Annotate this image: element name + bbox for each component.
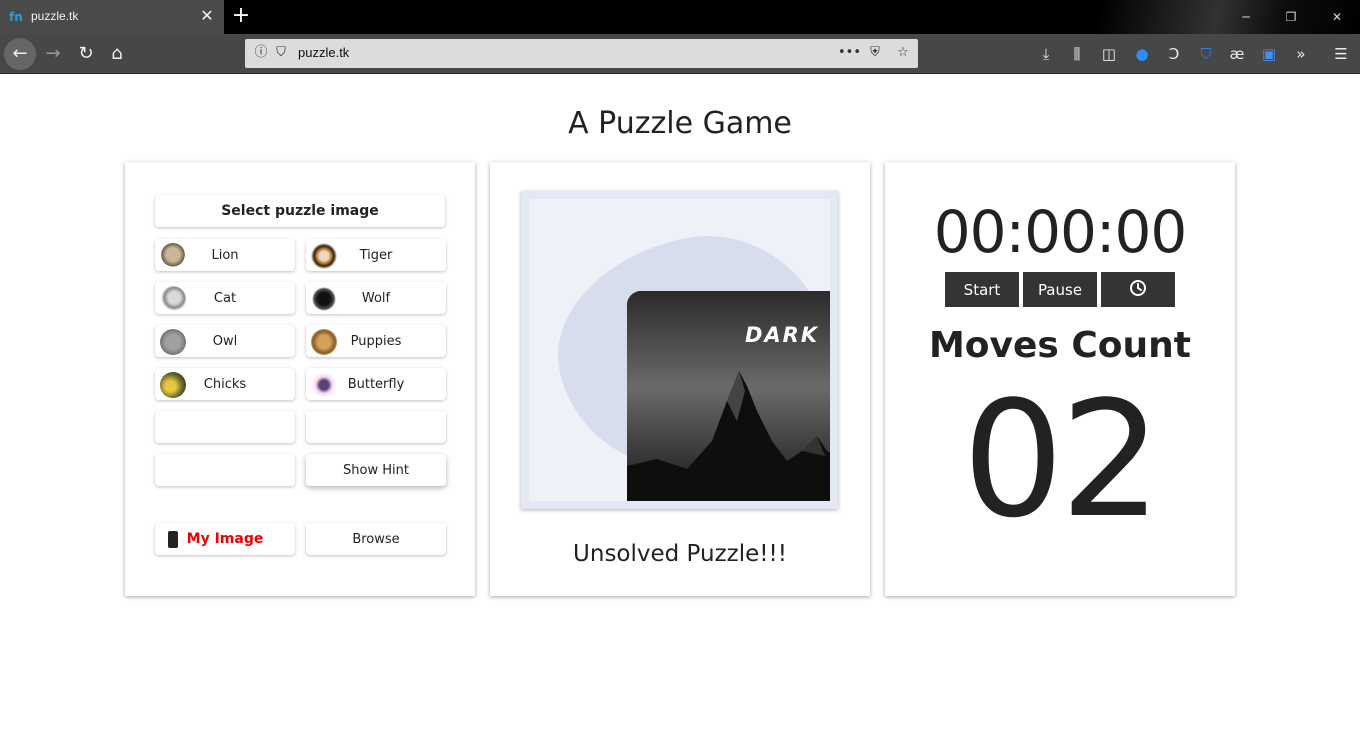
overflow-menu-icon[interactable]: »: [1290, 42, 1312, 66]
timer-display: 00:00:00: [933, 198, 1188, 266]
navigation-toolbar: ← → ↻ ⌂ ⓘ ⛉ puzzle.tk ••• ⛨ ☆ ⤓ ⫼ ◫ ● Ↄ …: [0, 34, 1360, 74]
puzzle-status: Unsolved Puzzle!!!: [573, 541, 787, 567]
select-image-heading[interactable]: Select puzzle image: [155, 195, 445, 227]
forward-icon[interactable]: →: [37, 38, 69, 70]
reload-icon[interactable]: ↻: [70, 38, 102, 70]
moves-count-title: Moves Count: [928, 325, 1192, 366]
image-option-label: Wolf: [361, 290, 391, 306]
hamburger-menu-icon[interactable]: ☰: [1330, 42, 1352, 66]
image-option-label: Owl: [212, 333, 238, 349]
new-tab-icon[interactable]: +: [230, 4, 252, 28]
close-window-icon[interactable]: ✕: [1327, 8, 1347, 26]
bookmark-star-icon[interactable]: ☆: [894, 43, 912, 63]
page-title: A Puzzle Game: [568, 106, 792, 141]
image-option-label: Lion: [211, 247, 239, 263]
minimize-icon[interactable]: ─: [1236, 8, 1256, 26]
image-option-label: Cat: [213, 290, 237, 306]
browse-label: Browse: [352, 531, 400, 547]
image-option-owl[interactable]: Owl: [155, 325, 295, 357]
tab-close-icon[interactable]: ✕: [198, 6, 216, 26]
puzzle-board-panel: DARK Unsolved Puzzle!!!: [490, 162, 870, 596]
image-option-butterfly[interactable]: Butterfly: [306, 368, 446, 400]
empty-option-button[interactable]: [155, 454, 295, 486]
title-bar: fn puzzle.tk ✕ + ─ ❐ ✕: [0, 0, 1360, 34]
address-bar[interactable]: ⓘ ⛉ puzzle.tk ••• ⛨ ☆: [245, 39, 918, 68]
pause-label: Pause: [1037, 280, 1083, 299]
puzzle-board[interactable]: DARK: [521, 191, 838, 509]
puzzle-image: DARK: [529, 199, 830, 501]
my-image-label: My Image: [186, 531, 264, 547]
my-image-button[interactable]: My Image: [155, 523, 295, 555]
stats-panel: 00:00:00 Start Pause Moves Count 02: [885, 162, 1235, 596]
translate-icon[interactable]: ▣: [1258, 42, 1280, 66]
download-icon[interactable]: ⤓: [1035, 42, 1057, 66]
start-label: Start: [963, 280, 1001, 299]
moves-count-value: 02: [962, 366, 1162, 553]
dark-mountain-card: DARK: [627, 291, 830, 501]
tracking-shield-icon[interactable]: ⛉: [272, 43, 290, 63]
image-option-tiger[interactable]: Tiger: [306, 239, 446, 271]
show-hint-button[interactable]: Show Hint: [306, 454, 446, 486]
overlay-word: DARK: [745, 323, 820, 347]
home-icon[interactable]: ⌂: [101, 38, 133, 70]
image-selector-panel: Select puzzle image Lion Tiger Cat Wolf …: [125, 162, 475, 596]
image-option-lion[interactable]: Lion: [155, 239, 295, 271]
site-favicon-icon: fn: [9, 10, 23, 24]
image-option-label: Puppies: [350, 333, 402, 349]
pocket-icon[interactable]: ⛨: [866, 43, 884, 63]
extension-c-icon[interactable]: Ↄ: [1163, 42, 1185, 66]
image-option-label: Butterfly: [347, 376, 405, 392]
pause-button[interactable]: Pause: [1023, 272, 1097, 307]
start-button[interactable]: Start: [945, 272, 1019, 307]
info-icon[interactable]: ⓘ: [252, 43, 270, 63]
image-option-label: Chicks: [203, 376, 247, 392]
messenger-icon[interactable]: ●: [1131, 42, 1153, 66]
tab-title: puzzle.tk: [31, 9, 79, 23]
clock-icon: [1129, 279, 1147, 301]
ae-icon[interactable]: æ: [1226, 42, 1248, 66]
page-actions-more-icon[interactable]: •••: [838, 43, 861, 63]
image-option-chicks[interactable]: Chicks: [155, 368, 295, 400]
library-icon[interactable]: ⫼: [1066, 42, 1088, 66]
reset-timer-button[interactable]: [1101, 272, 1175, 307]
sidebar-icon[interactable]: ◫: [1098, 42, 1120, 66]
browse-button[interactable]: Browse: [306, 523, 446, 555]
empty-option-button[interactable]: [155, 411, 295, 443]
back-icon[interactable]: ←: [4, 38, 36, 70]
restore-icon[interactable]: ❐: [1281, 8, 1301, 26]
empty-option-button[interactable]: [306, 411, 446, 443]
url-text[interactable]: puzzle.tk: [298, 45, 349, 60]
privacy-shield-icon[interactable]: ⛉: [1195, 42, 1217, 66]
show-hint-label: Show Hint: [343, 462, 409, 478]
image-option-puppies[interactable]: Puppies: [306, 325, 446, 357]
image-option-cat[interactable]: Cat: [155, 282, 295, 314]
image-option-wolf[interactable]: Wolf: [306, 282, 446, 314]
select-image-heading-label: Select puzzle image: [221, 203, 379, 219]
image-option-label: Tiger: [359, 247, 393, 263]
title-bar-decoration: [1100, 0, 1360, 34]
browser-tab[interactable]: fn puzzle.tk ✕: [0, 0, 224, 34]
